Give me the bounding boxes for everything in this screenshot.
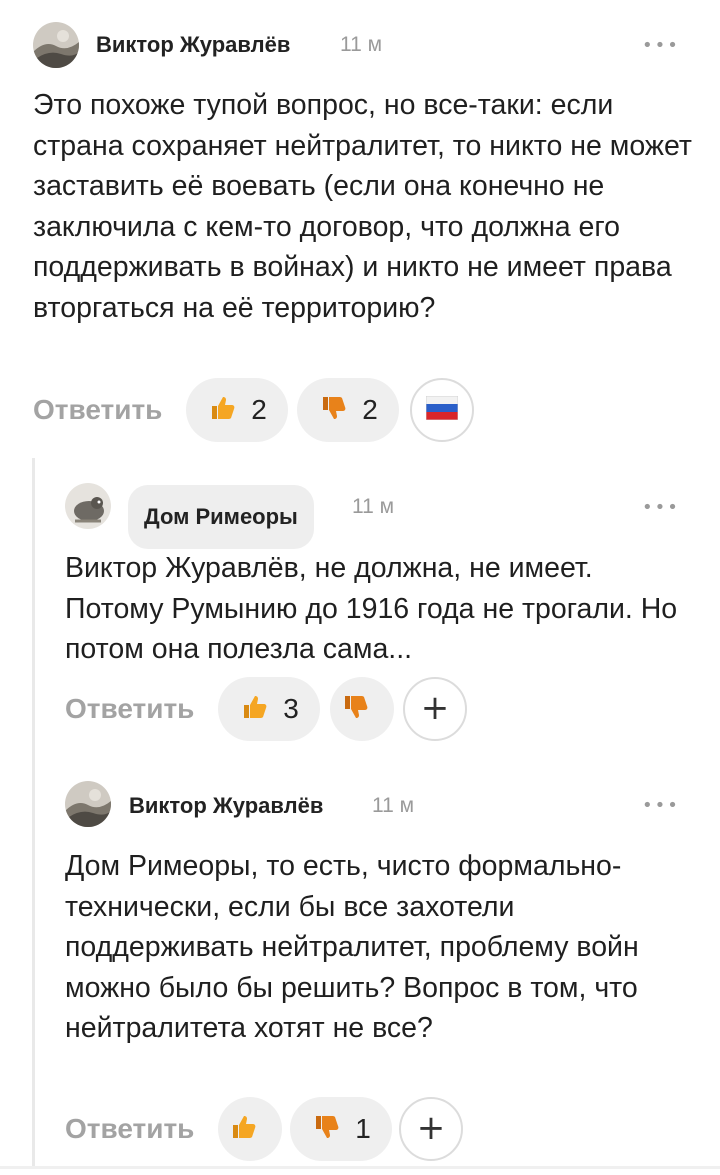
comment-text: Виктор Журавлёв, не должна, не имеет. По…	[65, 552, 678, 665]
comment-time: 11 м	[372, 794, 415, 817]
comment-actions: Ответить 2 2	[33, 378, 693, 442]
comment-text: Дом Римеоры, то есть, чисто формально-те…	[65, 850, 639, 1044]
more-options-icon[interactable]: •••	[642, 497, 680, 518]
comment-actions: Ответить 3 +	[65, 677, 685, 741]
reaction-button[interactable]	[410, 378, 474, 442]
plus-icon: +	[420, 687, 450, 728]
like-count: 3	[283, 693, 299, 724]
plus-icon: +	[416, 1107, 446, 1148]
thumbs-down-icon	[318, 393, 348, 427]
like-button[interactable]: 3	[218, 677, 320, 741]
dislike-button[interactable]: 2	[297, 378, 399, 442]
comment-text: Это похоже тупой вопрос, но все-таки: ес…	[33, 89, 692, 324]
thumbs-up-icon	[207, 393, 237, 427]
comment-time: 11 м	[340, 33, 383, 56]
dislike-count: 1	[355, 1113, 371, 1144]
author-name[interactable]: Виктор Журавлёв	[129, 793, 323, 819]
comment-time: 11 м	[352, 495, 395, 518]
like-button[interactable]: 2	[186, 378, 288, 442]
dislike-button[interactable]: 1	[290, 1097, 392, 1161]
thumbs-up-icon	[228, 1112, 258, 1146]
thumbs-up-icon	[239, 692, 269, 726]
add-reaction-button[interactable]: +	[399, 1097, 463, 1161]
like-button[interactable]	[218, 1097, 282, 1161]
more-options-icon[interactable]: •••	[642, 795, 680, 816]
reply-button[interactable]: Ответить	[65, 677, 194, 741]
author-name[interactable]: Виктор Журавлёв	[96, 32, 290, 58]
dislike-button[interactable]	[330, 677, 394, 741]
avatar[interactable]	[33, 22, 79, 68]
reply-button[interactable]: Ответить	[65, 1097, 194, 1161]
thumbs-down-icon	[311, 1112, 341, 1146]
divider	[0, 1166, 720, 1169]
thumbs-down-icon	[340, 692, 370, 726]
avatar[interactable]	[65, 781, 111, 827]
avatar[interactable]	[65, 483, 111, 529]
reply-button[interactable]: Ответить	[33, 378, 162, 442]
reply-thread-line	[32, 458, 35, 1168]
like-count: 2	[251, 394, 267, 425]
add-reaction-button[interactable]: +	[403, 677, 467, 741]
author-name[interactable]: Дом Римеоры	[128, 485, 314, 549]
dislike-count: 2	[362, 394, 378, 425]
russian-flag-icon	[425, 395, 459, 424]
more-options-icon[interactable]: •••	[642, 35, 680, 56]
comment-actions: Ответить 1 +	[65, 1097, 685, 1161]
